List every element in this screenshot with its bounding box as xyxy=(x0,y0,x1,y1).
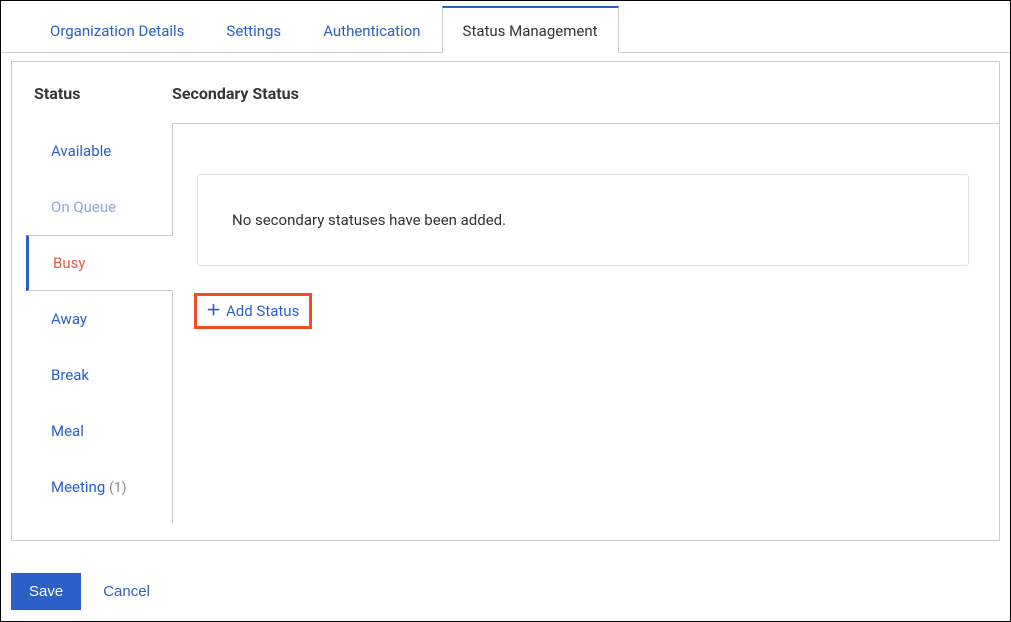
body-row: Available On Queue Busy Away Break Meal … xyxy=(12,123,999,523)
tab-authentication[interactable]: Authentication xyxy=(302,7,441,52)
add-status-button[interactable]: Add Status xyxy=(197,296,309,326)
status-sidebar: Available On Queue Busy Away Break Meal … xyxy=(26,123,172,523)
empty-state-message: No secondary statuses have been added. xyxy=(197,174,969,266)
footer-actions: Save Cancel xyxy=(1,561,1010,621)
content-container: Status Secondary Status Available On Que… xyxy=(1,53,1010,561)
secondary-status-panel: No secondary statuses have been added. A… xyxy=(172,123,999,523)
status-item-available[interactable]: Available xyxy=(26,123,172,179)
tab-status-management[interactable]: Status Management xyxy=(442,6,619,53)
cancel-button[interactable]: Cancel xyxy=(97,573,156,610)
tab-settings[interactable]: Settings xyxy=(205,7,302,52)
status-item-meeting-label: Meeting xyxy=(51,478,105,496)
status-item-break[interactable]: Break xyxy=(26,347,172,403)
status-item-busy[interactable]: Busy xyxy=(26,235,173,291)
scroll-area[interactable]: Status Secondary Status Available On Que… xyxy=(11,61,1000,541)
header-status: Status xyxy=(34,84,80,103)
status-item-meeting-count: (1) xyxy=(109,480,127,496)
header-secondary-status: Secondary Status xyxy=(172,84,299,103)
status-item-meeting[interactable]: Meeting (1) xyxy=(26,459,172,515)
status-item-on-queue[interactable]: On Queue xyxy=(26,179,172,235)
column-headers: Status Secondary Status xyxy=(12,62,999,123)
status-item-meal[interactable]: Meal xyxy=(26,403,172,459)
tab-organization-details[interactable]: Organization Details xyxy=(29,7,205,52)
plus-icon xyxy=(207,302,220,320)
status-item-away[interactable]: Away xyxy=(26,291,172,347)
save-button[interactable]: Save xyxy=(11,573,81,610)
add-status-label: Add Status xyxy=(226,302,299,320)
tab-bar: Organization Details Settings Authentica… xyxy=(1,1,1010,53)
